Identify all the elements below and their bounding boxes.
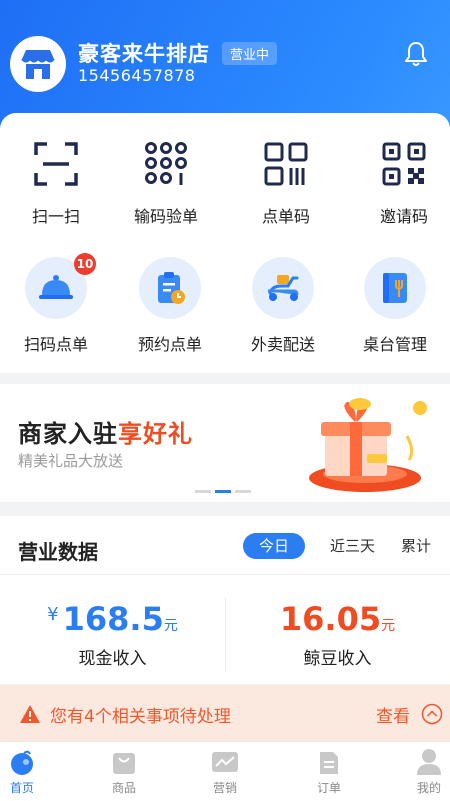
scan-icon	[34, 142, 78, 186]
chart-icon	[212, 752, 238, 772]
service-scan-order[interactable]: 10 扫码点单	[0, 253, 112, 355]
badge-count: 10	[74, 253, 96, 275]
banner-title-prefix: 商家入驻	[18, 420, 118, 448]
tab-marketing[interactable]: 营销	[190, 742, 260, 801]
cash-income-value: 168.5	[62, 600, 164, 638]
notice-bar[interactable]: 您有4个相关事项待处理 查看	[0, 685, 450, 741]
home-icon	[11, 750, 33, 775]
clipboard-clock-icon	[158, 272, 185, 304]
carousel-indicator	[195, 490, 251, 493]
bell-icon[interactable]	[402, 40, 430, 68]
service-icon-circle	[364, 257, 426, 319]
banner-title: 商家入驻享好礼	[18, 414, 193, 449]
store-name: 豪客来牛排店	[78, 42, 210, 66]
scooter-icon	[268, 275, 299, 301]
tab-today[interactable]: 今日	[243, 533, 305, 559]
tab-label: 营销	[212, 781, 237, 795]
notice-text: 您有4个相关事项待处理	[50, 707, 231, 727]
promo-banner[interactable]: 商家入驻享好礼 精美礼品大放送	[0, 384, 450, 502]
service-label: 桌台管理	[362, 335, 427, 354]
divider	[0, 574, 450, 575]
bag-icon	[113, 753, 135, 774]
store-phone: 15456457878	[78, 66, 196, 85]
action-label: 输码验单	[133, 207, 198, 226]
service-icon-circle	[252, 257, 314, 319]
tab-products[interactable]: 商品	[89, 742, 159, 801]
action-order-code[interactable]: 点单码	[230, 141, 342, 227]
business-data-title: 营业数据	[18, 540, 98, 564]
business-data-section: 营业数据 今日 近三天 累计 ¥168.5元 现金收入 16.05元 鲸豆收入	[0, 516, 450, 684]
tab-cumulative[interactable]: 累计	[401, 533, 431, 559]
bean-income-label: 鲸豆收入	[303, 649, 372, 669]
notice-view-link[interactable]: 查看	[376, 702, 410, 727]
quick-actions-card: 扫一扫 输码验单 点单码 邀请码 10 扫码点单 预约点单 外卖配送 桌台管理	[0, 113, 450, 373]
carousel-dot-active	[215, 490, 231, 493]
action-code-verify[interactable]: 输码验单	[110, 141, 222, 227]
barcode-icon	[264, 142, 308, 186]
chevron-up-icon[interactable]	[421, 703, 443, 725]
cash-income-unit: 元	[163, 618, 178, 634]
service-icon-circle	[139, 257, 201, 319]
status-badge: 营业中	[222, 42, 278, 65]
action-label: 邀请码	[379, 207, 428, 226]
cash-income-amount: ¥168.5元	[0, 600, 225, 638]
tab-label: 订单	[316, 781, 341, 795]
service-reserve-order[interactable]: 预约点单	[114, 257, 226, 355]
action-label: 点单码	[261, 207, 310, 226]
bean-income-unit: 元	[381, 618, 396, 634]
service-icon-circle: 10	[25, 253, 96, 319]
service-label: 外卖配送	[250, 335, 315, 354]
bean-income-value: 16.05	[279, 600, 382, 638]
banner-title-highlight: 享好礼	[118, 420, 193, 448]
dish-cover-icon	[39, 275, 73, 299]
tab-label: 我的	[416, 781, 441, 795]
carousel-dot	[235, 490, 251, 493]
tab-label: 首页	[9, 781, 34, 795]
tab-orders[interactable]: 订单	[294, 742, 364, 801]
code-grid-icon	[145, 142, 187, 185]
document-icon	[320, 752, 338, 774]
carousel-dot	[195, 490, 211, 493]
cash-income-label: 现金收入	[78, 649, 147, 669]
tab-profile[interactable]: 我的	[394, 742, 450, 801]
action-scan[interactable]: 扫一扫	[0, 141, 112, 227]
tab-label: 商品	[111, 781, 136, 795]
gift-box-icon	[309, 398, 427, 492]
service-table-management[interactable]: 桌台管理	[339, 257, 450, 355]
banner-subtitle: 精美礼品大放送	[18, 452, 124, 470]
storefront-icon	[21, 50, 55, 79]
tab-three-days[interactable]: 近三天	[330, 533, 375, 559]
currency-symbol: ¥	[47, 604, 59, 625]
qr-code-icon	[382, 142, 426, 186]
bottom-tab-bar: 首页 商品 营销 订单 我的	[0, 741, 450, 801]
service-delivery[interactable]: 外卖配送	[227, 257, 339, 355]
warning-icon	[20, 705, 40, 723]
menu-book-icon	[383, 273, 407, 303]
service-label: 预约点单	[137, 335, 202, 354]
user-icon	[417, 749, 441, 775]
service-label: 扫码点单	[23, 335, 88, 354]
store-avatar[interactable]	[10, 36, 66, 92]
action-label: 扫一扫	[31, 207, 80, 226]
action-invite-code[interactable]: 邀请码	[348, 141, 450, 227]
bean-income-amount: 16.05元	[225, 600, 450, 638]
tab-home[interactable]: 首页	[0, 742, 57, 801]
